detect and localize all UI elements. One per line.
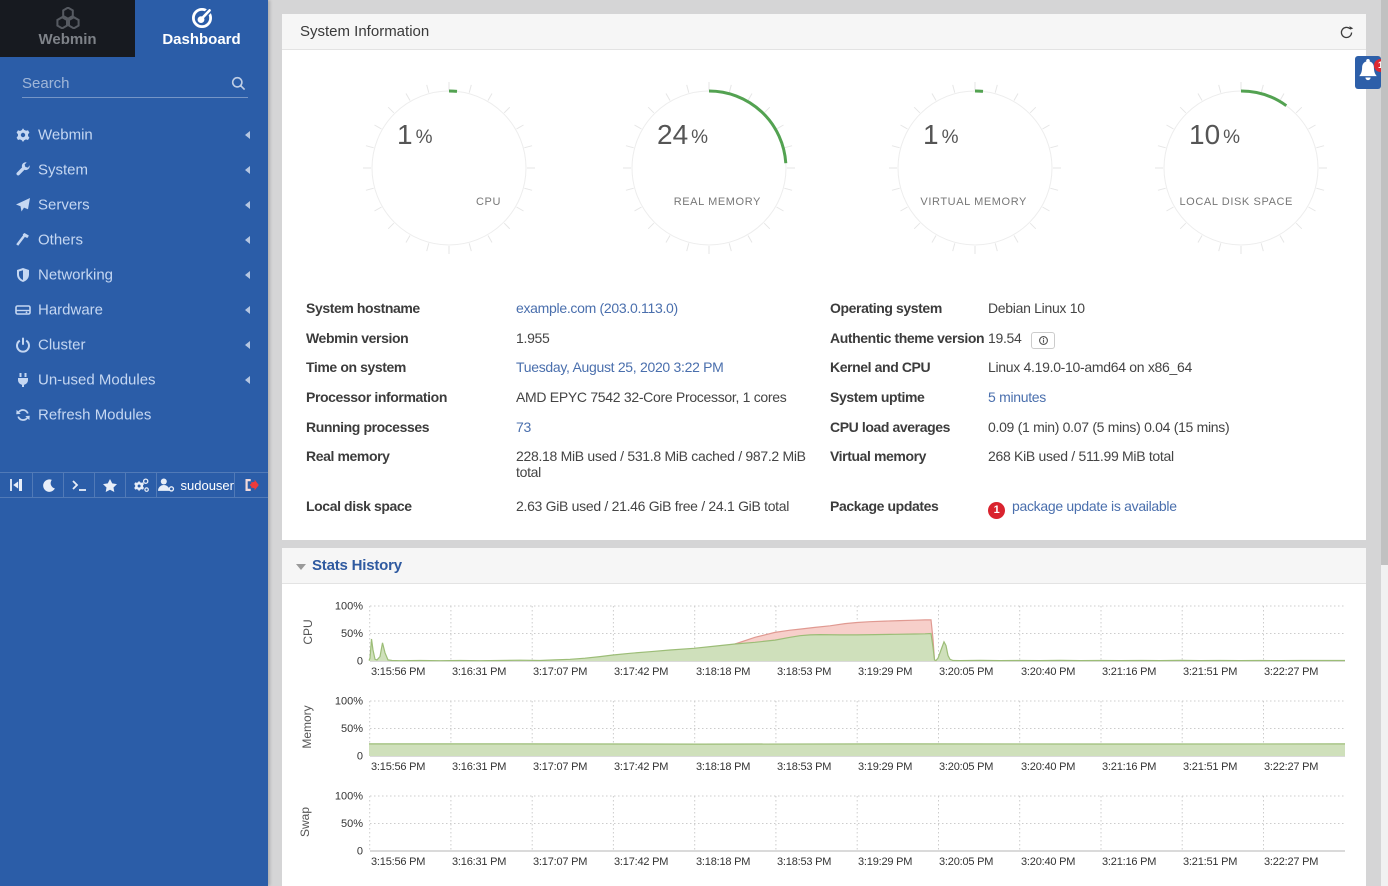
svg-text:3:17:07 PM: 3:17:07 PM — [533, 856, 587, 868]
svg-text:3:17:42 PM: 3:17:42 PM — [614, 856, 668, 868]
svg-text:3:21:51 PM: 3:21:51 PM — [1183, 666, 1237, 678]
svg-text:3:18:53 PM: 3:18:53 PM — [777, 761, 831, 773]
svg-text:3:17:42 PM: 3:17:42 PM — [614, 666, 668, 678]
svg-text:3:17:07 PM: 3:17:07 PM — [533, 666, 587, 678]
svg-text:3:21:16 PM: 3:21:16 PM — [1102, 666, 1156, 678]
svg-text:3:16:31 PM: 3:16:31 PM — [452, 761, 506, 773]
svg-text:24%: 24% — [657, 119, 708, 150]
svg-text:3:20:40 PM: 3:20:40 PM — [1021, 856, 1075, 868]
svg-text:3:19:29 PM: 3:19:29 PM — [858, 856, 912, 868]
svg-text:LOCAL DISK SPACE: LOCAL DISK SPACE — [1179, 196, 1293, 208]
svg-text:Memory: Memory — [300, 705, 314, 748]
svg-text:50%: 50% — [341, 628, 363, 640]
svg-text:50%: 50% — [341, 723, 363, 735]
svg-text:3:21:16 PM: 3:21:16 PM — [1102, 856, 1156, 868]
svg-text:100%: 100% — [335, 791, 363, 803]
svg-text:10%: 10% — [1189, 119, 1240, 150]
svg-text:3:15:56 PM: 3:15:56 PM — [371, 761, 425, 773]
svg-text:3:18:18 PM: 3:18:18 PM — [696, 761, 750, 773]
svg-text:3:19:29 PM: 3:19:29 PM — [858, 666, 912, 678]
svg-text:3:17:07 PM: 3:17:07 PM — [533, 761, 587, 773]
svg-text:3:19:29 PM: 3:19:29 PM — [858, 761, 912, 773]
svg-text:3:22:27 PM: 3:22:27 PM — [1264, 761, 1318, 773]
svg-text:0: 0 — [357, 656, 363, 668]
svg-text:3:18:53 PM: 3:18:53 PM — [777, 666, 831, 678]
svg-text:3:18:18 PM: 3:18:18 PM — [696, 666, 750, 678]
svg-text:3:20:40 PM: 3:20:40 PM — [1021, 761, 1075, 773]
svg-text:3:16:31 PM: 3:16:31 PM — [452, 666, 506, 678]
svg-text:3:21:16 PM: 3:21:16 PM — [1102, 761, 1156, 773]
svg-text:1%: 1% — [923, 119, 959, 150]
svg-text:1%: 1% — [397, 119, 433, 150]
svg-text:100%: 100% — [335, 696, 363, 708]
svg-text:3:18:18 PM: 3:18:18 PM — [696, 856, 750, 868]
svg-text:3:15:56 PM: 3:15:56 PM — [371, 856, 425, 868]
svg-text:3:17:42 PM: 3:17:42 PM — [614, 761, 668, 773]
svg-text:3:16:31 PM: 3:16:31 PM — [452, 856, 506, 868]
svg-text:CPU: CPU — [301, 619, 315, 644]
svg-text:3:18:53 PM: 3:18:53 PM — [777, 856, 831, 868]
svg-text:3:20:40 PM: 3:20:40 PM — [1021, 666, 1075, 678]
svg-text:3:15:56 PM: 3:15:56 PM — [371, 666, 425, 678]
svg-text:Swap: Swap — [298, 807, 312, 837]
svg-text:50%: 50% — [341, 818, 363, 830]
svg-text:3:21:51 PM: 3:21:51 PM — [1183, 856, 1237, 868]
svg-text:VIRTUAL MEMORY: VIRTUAL MEMORY — [920, 196, 1027, 208]
svg-text:CPU: CPU — [476, 196, 501, 208]
svg-text:3:21:51 PM: 3:21:51 PM — [1183, 761, 1237, 773]
svg-text:0: 0 — [357, 846, 363, 858]
svg-text:3:20:05 PM: 3:20:05 PM — [939, 856, 993, 868]
svg-text:REAL MEMORY: REAL MEMORY — [674, 196, 761, 208]
svg-text:3:22:27 PM: 3:22:27 PM — [1264, 666, 1318, 678]
svg-text:100%: 100% — [335, 601, 363, 613]
svg-text:3:20:05 PM: 3:20:05 PM — [939, 666, 993, 678]
svg-text:0: 0 — [357, 751, 363, 763]
svg-text:3:20:05 PM: 3:20:05 PM — [939, 761, 993, 773]
svg-text:3:22:27 PM: 3:22:27 PM — [1264, 856, 1318, 868]
